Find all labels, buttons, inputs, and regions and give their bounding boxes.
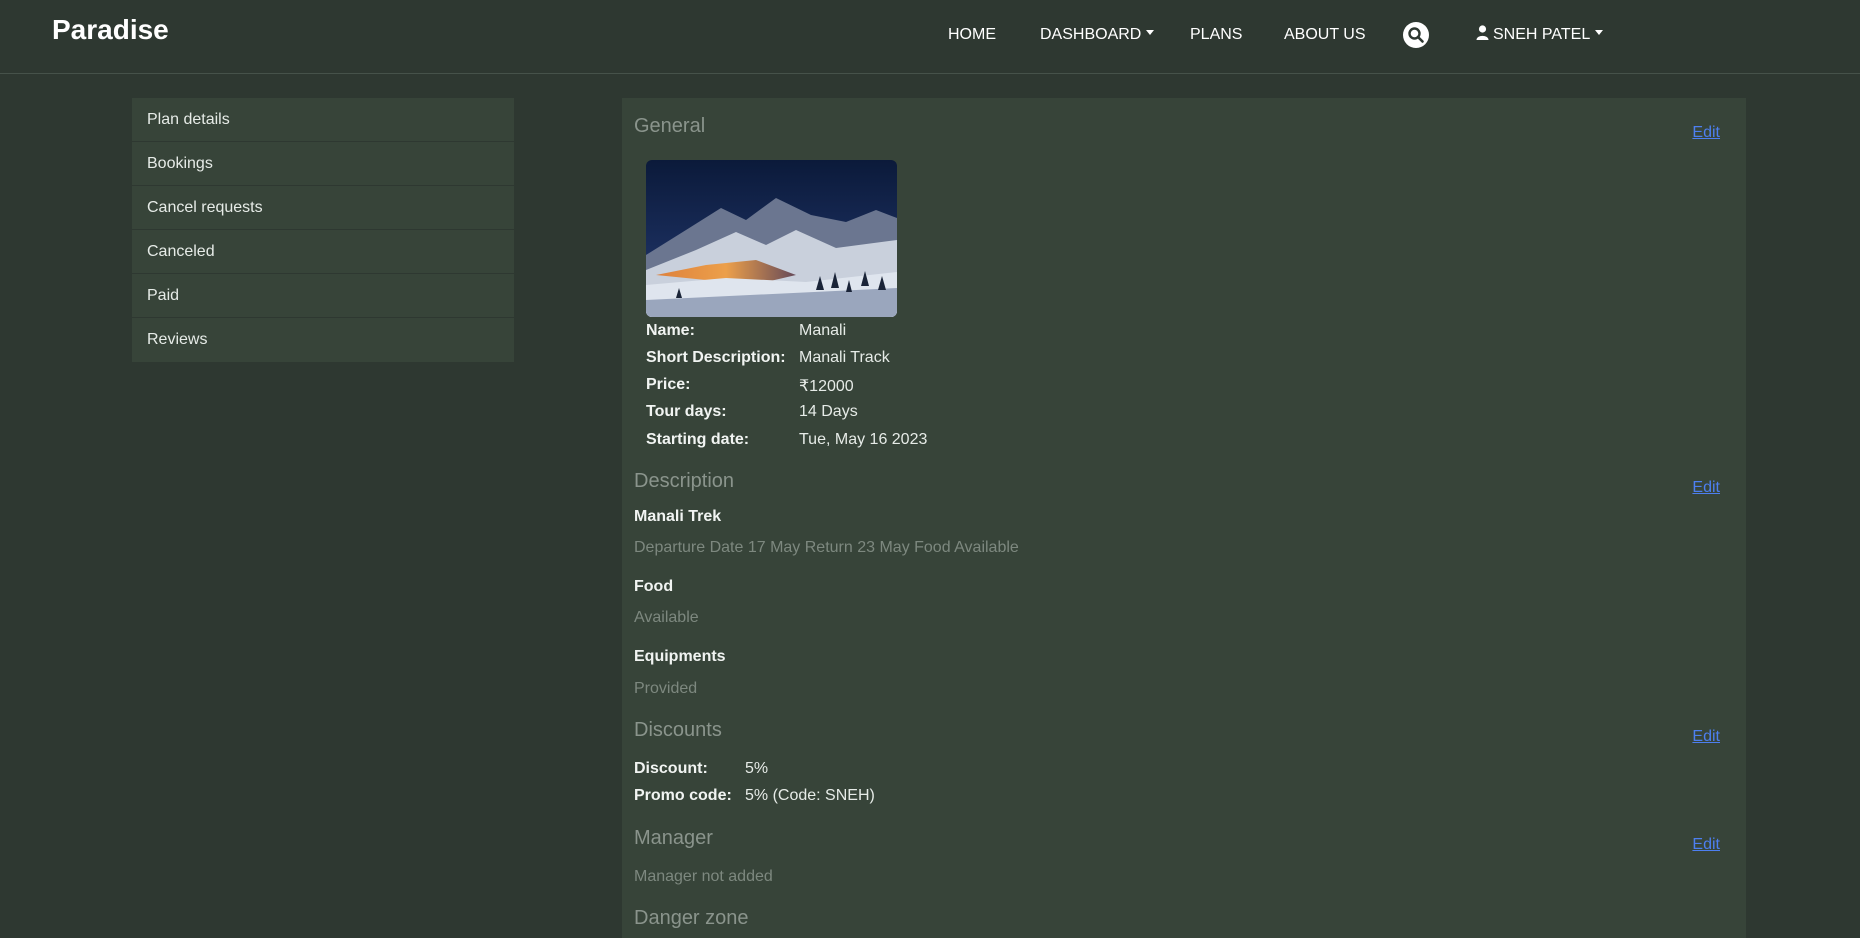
general-title: General (634, 115, 706, 137)
edit-general-link[interactable]: Edit (1692, 124, 1720, 142)
nav-dashboard[interactable]: DASHBOARD (1040, 26, 1155, 44)
description-heading: Manali Trek (634, 508, 722, 525)
promo-code-value: 5% (Code: SNEH) (745, 787, 875, 804)
name-value: Manali (799, 322, 847, 339)
promo-code-label: Promo code: (634, 787, 732, 804)
nav-home[interactable]: HOME (948, 26, 996, 44)
sidebar-item-bookings[interactable]: Bookings (132, 142, 514, 186)
caret-down-icon (1146, 30, 1155, 36)
caret-down-icon (1595, 30, 1604, 36)
search-icon (1408, 27, 1424, 43)
discounts-title: Discounts (634, 719, 722, 741)
food-label: Food (634, 578, 674, 595)
nav-plans[interactable]: PLANS (1190, 26, 1242, 44)
edit-description-link[interactable]: Edit (1692, 479, 1720, 497)
plan-sidebar: Plan details Bookings Cancel requests Ca… (132, 98, 514, 362)
brand-logo[interactable]: Paradise (52, 14, 169, 46)
price-value: ₹12000 (799, 378, 854, 395)
name-label: Name: (646, 322, 695, 339)
sidebar-item-plan-details[interactable]: Plan details (132, 98, 514, 142)
nav-dashboard-label: DASHBOARD (1040, 26, 1142, 43)
starting-date-value: Tue, May 16 2023 (799, 431, 928, 448)
sidebar-item-canceled[interactable]: Canceled (132, 230, 514, 274)
food-value: Available (634, 609, 699, 626)
discount-label: Discount: (634, 760, 708, 777)
discount-value: 5% (745, 760, 769, 777)
starting-date-label: Starting date: (646, 431, 750, 448)
short-description-label: Short Description: (646, 349, 786, 366)
nav-about[interactable]: ABOUT US (1284, 26, 1366, 44)
tour-days-value: 14 Days (799, 403, 858, 420)
manager-title: Manager (634, 827, 713, 849)
equipments-value: Provided (634, 680, 698, 697)
edit-discounts-link[interactable]: Edit (1692, 728, 1720, 746)
sidebar-item-cancel-requests[interactable]: Cancel requests (132, 186, 514, 230)
sidebar-item-paid[interactable]: Paid (132, 274, 514, 318)
user-name: SNEH PATEL (1493, 26, 1591, 43)
plan-details-panel: General Edit Name: Manali Short Descript… (622, 98, 1746, 938)
manager-text: Manager not added (634, 868, 773, 885)
tour-days-label: Tour days: (646, 403, 727, 420)
top-navbar: Paradise HOME DASHBOARD PLANS ABOUT US S… (0, 0, 1860, 74)
equipments-label: Equipments (634, 648, 726, 665)
plan-image (646, 160, 897, 317)
sidebar-item-reviews[interactable]: Reviews (132, 318, 514, 362)
user-icon (1476, 25, 1489, 41)
edit-manager-link[interactable]: Edit (1692, 836, 1720, 854)
user-menu[interactable]: SNEH PATEL (1476, 25, 1604, 44)
description-text: Departure Date 17 May Return 23 May Food… (634, 539, 1019, 556)
search-button[interactable] (1403, 22, 1429, 48)
danger-zone-title: Danger zone (634, 907, 749, 929)
price-label: Price: (646, 376, 691, 393)
description-title: Description (634, 470, 735, 492)
short-description-value: Manali Track (799, 349, 890, 366)
